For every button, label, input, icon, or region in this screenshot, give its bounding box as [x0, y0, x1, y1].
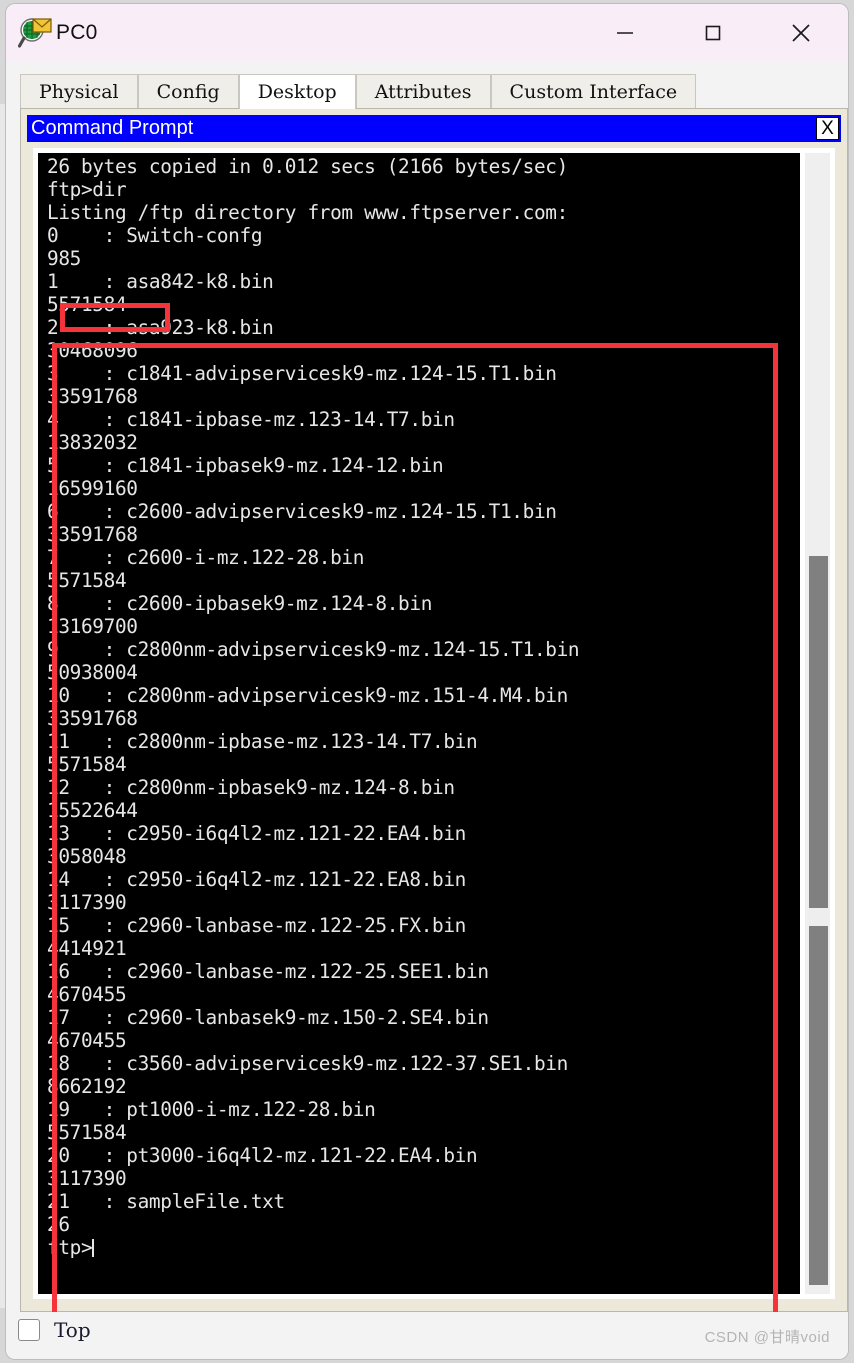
close-icon[interactable] — [764, 4, 838, 62]
terminal-line: 19 : pt1000-i-mz.122-28.bin — [47, 1098, 376, 1121]
terminal-line: 11 : c2800nm-ipbase-mz.123-14.T7.bin — [47, 730, 478, 753]
terminal-line: 5571584 — [47, 1121, 127, 1144]
terminal-scrollbar[interactable] — [805, 153, 830, 1294]
command-prompt-window: Command Prompt X 26 bytes copied in 0.01… — [27, 115, 841, 1358]
terminal-line: 0 : Switch-confg — [47, 224, 263, 247]
terminal-line: 5571584 — [47, 569, 127, 592]
terminal-line: 3 : c1841-advipservicesk9-mz.124-15.T1.b… — [47, 362, 557, 385]
terminal-line: 1 : asa842-k8.bin — [47, 270, 274, 293]
tab-label: Desktop — [257, 81, 337, 103]
command-prompt-titlebar: Command Prompt X — [27, 115, 841, 142]
terminal-line: 33591768 — [47, 385, 138, 408]
always-on-top-checkbox[interactable] — [18, 1319, 40, 1341]
terminal-line: 33591768 — [47, 523, 138, 546]
tab-attributes[interactable]: Attributes — [355, 74, 491, 109]
terminal-line: 4414921 — [47, 937, 127, 960]
terminal-line: 9 : c2800nm-advipservicesk9-mz.124-15.T1… — [47, 638, 580, 661]
terminal-line: 4670455 — [47, 983, 127, 1006]
terminal-line: 33591768 — [47, 707, 138, 730]
always-on-top-label: Top — [54, 1318, 91, 1342]
tab-label: Custom Interface — [509, 81, 678, 103]
terminal-line: 4 : c1841-ipbase-mz.123-14.T7.bin — [47, 408, 455, 431]
terminal-line: 13 : c2950-i6q4l2-mz.121-22.EA4.bin — [47, 822, 466, 845]
tab-custom-interface[interactable]: Custom Interface — [490, 74, 697, 109]
terminal-line: 16 : c2960-lanbase-mz.122-25.SEE1.bin — [47, 960, 489, 983]
tab-label: Config — [156, 81, 220, 103]
terminal-line: 8 : c2600-ipbasek9-mz.124-8.bin — [47, 592, 433, 615]
tab-label: Physical — [39, 81, 119, 103]
terminal-line: 3058048 — [47, 845, 127, 868]
terminal-line: 16599160 — [47, 477, 138, 500]
command-prompt-close-button[interactable]: X — [816, 117, 839, 140]
terminal-line: 3117390 — [47, 891, 127, 914]
csdn-watermark: CSDN @甘晴void — [704, 1329, 830, 1346]
scrollbar-grip-mark — [809, 908, 828, 926]
terminal-line: 17 : c2960-lanbasek9-mz.150-2.SE4.bin — [47, 1006, 489, 1029]
terminal-output: 26 bytes copied in 0.012 secs (2166 byte… — [47, 155, 797, 1259]
command-prompt-title: Command Prompt — [31, 117, 194, 139]
terminal-prompt-line[interactable]: ftp> — [47, 1236, 797, 1259]
terminal-line: 30468096 — [47, 339, 138, 362]
terminal-line: 12 : c2800nm-ipbasek9-mz.124-8.bin — [47, 776, 455, 799]
terminal-frame: 26 bytes copied in 0.012 secs (2166 byte… — [33, 148, 835, 1299]
window-title: PC0 — [56, 21, 98, 44]
terminal-line: 13169700 — [47, 615, 138, 638]
terminal-screen[interactable]: 26 bytes copied in 0.012 secs (2166 byte… — [38, 153, 800, 1294]
maximize-icon[interactable] — [676, 4, 750, 62]
terminal-line: 10 : c2800nm-advipservicesk9-mz.151-4.M4… — [47, 684, 568, 707]
terminal-line: 5571584 — [47, 753, 127, 776]
terminal-line: ftp>dir — [47, 178, 127, 201]
tab-config[interactable]: Config — [137, 74, 239, 109]
minimize-icon[interactable] — [588, 4, 662, 62]
terminal-line: 985 — [47, 247, 81, 270]
terminal-line: 15522644 — [47, 799, 138, 822]
pc0-device-window: PC0 Physical Config Desktop Attributes C… — [6, 4, 848, 1359]
terminal-line: 14 : c2950-i6q4l2-mz.121-22.EA8.bin — [47, 868, 466, 891]
terminal-line: 20 : pt3000-i6q4l2-mz.121-22.EA4.bin — [47, 1144, 478, 1167]
terminal-line: Listing /ftp directory from www.ftpserve… — [47, 201, 568, 224]
terminal-line: 21 : sampleFile.txt — [47, 1190, 285, 1213]
tab-desktop[interactable]: Desktop — [238, 74, 356, 109]
terminal-line: 26 bytes copied in 0.012 secs (2166 byte… — [47, 155, 568, 178]
device-tab-strip: Physical Config Desktop Attributes Custo… — [20, 74, 848, 109]
terminal-line: 3117390 — [47, 1167, 127, 1190]
desktop-content-panel: Command Prompt X 26 bytes copied in 0.01… — [20, 108, 848, 1358]
terminal-line: 18 : c3560-advipservicesk9-mz.122-37.SE1… — [47, 1052, 568, 1075]
tab-physical[interactable]: Physical — [20, 74, 138, 109]
window-titlebar: PC0 — [6, 4, 848, 62]
terminal-line: 13832032 — [47, 431, 138, 454]
terminal-cursor — [92, 1239, 95, 1257]
terminal-line: 5571584 — [47, 293, 127, 316]
terminal-line: 6 : c2600-advipservicesk9-mz.124-15.T1.b… — [47, 500, 557, 523]
always-on-top-row[interactable]: Top — [18, 1318, 91, 1342]
terminal-line: 8662192 — [47, 1075, 127, 1098]
window-footer: Top CSDN @甘晴void — [6, 1312, 848, 1359]
terminal-line: 2 : asa923-k8.bin — [47, 316, 274, 339]
terminal-line: 26 — [47, 1213, 70, 1236]
terminal-scrollbar-thumb[interactable] — [809, 556, 828, 1285]
terminal-line: 4670455 — [47, 1029, 127, 1052]
terminal-line: 50938004 — [47, 661, 138, 684]
packet-tracer-pc-icon — [17, 17, 52, 49]
tab-label: Attributes — [374, 81, 472, 103]
terminal-line: 7 : c2600-i-mz.122-28.bin — [47, 546, 365, 569]
terminal-line: 5 : c1841-ipbasek9-mz.124-12.bin — [47, 454, 444, 477]
terminal-line: 15 : c2960-lanbase-mz.122-25.FX.bin — [47, 914, 466, 937]
